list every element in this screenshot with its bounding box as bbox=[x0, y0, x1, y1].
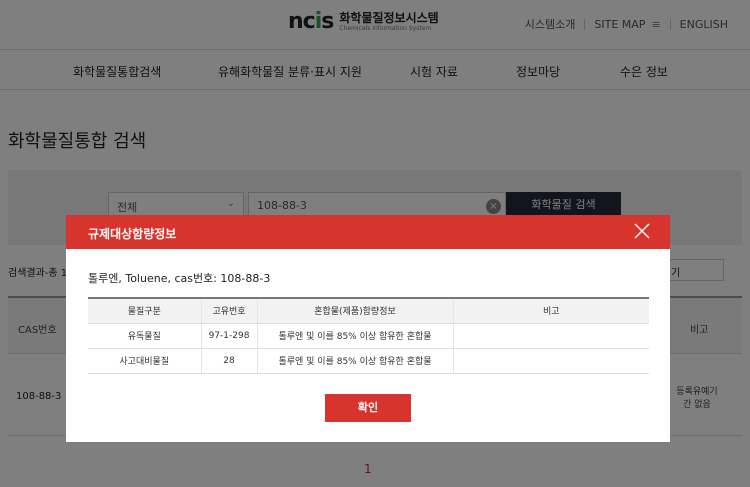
column-header: 고유번호 bbox=[201, 297, 258, 324]
modal-header: 규제대상함량정보 bbox=[66, 215, 670, 249]
cell-content-info: 톨루엔 및 이를 85% 이상 함유한 혼합물 bbox=[257, 348, 454, 374]
cell-content-info: 톨루엔 및 이를 85% 이상 함유한 혼합물 bbox=[257, 323, 454, 349]
column-header: 비고 bbox=[453, 297, 649, 324]
cell-id: 28 bbox=[201, 348, 258, 374]
confirm-button[interactable]: 확인 bbox=[325, 394, 411, 422]
table-row: 유독물질 97-1-298 톨루엔 및 이를 85% 이상 함유한 혼합물 bbox=[88, 323, 649, 349]
cell-substance-type: 유독물질 bbox=[88, 323, 202, 349]
cell-id: 97-1-298 bbox=[201, 323, 258, 349]
table-row: 사고대비물질 28 톨루엔 및 이를 85% 이상 함유한 혼합물 bbox=[88, 348, 649, 374]
column-header: 물질구분 bbox=[88, 297, 202, 324]
regulated-content-table: 물질구분 고유번호 혼합물(제품)함량정보 비고 유독물질 97-1-298 톨… bbox=[88, 297, 649, 374]
cell-substance-type: 사고대비물질 bbox=[88, 348, 202, 374]
modal-description: 톨루엔, Toluene, cas번호: 108-88-3 bbox=[88, 272, 271, 285]
cell-note bbox=[453, 348, 649, 374]
column-header: 혼합물(제품)함량정보 bbox=[257, 297, 454, 324]
regulated-content-modal: 규제대상함량정보 톨루엔, Toluene, cas번호: 108-88-3 물… bbox=[66, 215, 670, 442]
modal-title: 규제대상함량정보 bbox=[88, 227, 177, 241]
table-header-row: 물질구분 고유번호 혼합물(제품)함량정보 비고 bbox=[88, 297, 649, 324]
close-icon[interactable] bbox=[634, 223, 650, 239]
cell-note bbox=[453, 323, 649, 349]
